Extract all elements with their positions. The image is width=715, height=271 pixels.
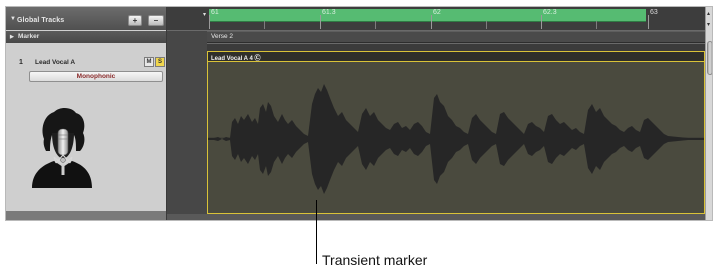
flex-mode-menu[interactable]: Monophonic [29, 71, 163, 82]
arrange-window: ▼ Global Tracks + – ▶ Marker 1 Lead Voca… [5, 6, 713, 221]
bar-ruler[interactable]: ▾ 61 61.3 62 62.3 63 [167, 7, 705, 30]
audio-waveform [208, 84, 704, 194]
horizontal-scrollbar[interactable] [167, 214, 705, 220]
marker-track-header[interactable]: ▶ Marker [6, 31, 166, 43]
singer-with-microphone-icon [32, 107, 92, 188]
ruler-tick [264, 21, 265, 29]
track-number: 1 [19, 59, 23, 66]
track-name[interactable]: Lead Vocal A [35, 59, 75, 66]
scroll-thumb[interactable] [707, 41, 712, 75]
mute-button[interactable]: M [144, 57, 154, 67]
scroll-up-arrow-icon[interactable]: ▴ [707, 10, 710, 17]
ruler-tick [596, 21, 597, 29]
vertical-scrollbar[interactable]: ▴ ▾ [705, 7, 712, 220]
ruler-tick [648, 15, 649, 29]
bar-label: 62 [433, 9, 441, 16]
ruler-tick [486, 21, 487, 29]
ruler-tick [431, 15, 432, 29]
callout-label: Transient marker [322, 252, 428, 268]
header-bottom-bar [6, 211, 166, 220]
region-name: Lead Vocal A 4 Ⓒ [211, 56, 261, 62]
marker-track-label: Marker [18, 33, 40, 40]
disclosure-triangle-icon[interactable]: ▶ [10, 34, 14, 40]
add-track-button[interactable]: + [128, 15, 142, 26]
scroll-down-arrow-icon[interactable]: ▾ [707, 21, 710, 28]
bar-label: 63 [650, 9, 658, 16]
arrange-gutter [167, 31, 207, 220]
region-title-bar[interactable]: Lead Vocal A 4 Ⓒ [208, 52, 704, 62]
disclosure-triangle-icon[interactable]: ▼ [10, 16, 16, 22]
ruler-tick [541, 15, 542, 29]
track-header-column: ▼ Global Tracks + – ▶ Marker 1 Lead Voca… [6, 7, 166, 220]
ruler-tick [375, 21, 376, 29]
playhead-triangle-icon[interactable]: ▾ [203, 11, 206, 18]
solo-button[interactable]: S [155, 57, 165, 67]
global-tracks-label: Global Tracks [17, 17, 65, 24]
track-header[interactable]: 1 Lead Vocal A M S Monophonic [6, 44, 166, 214]
global-tracks-bar[interactable]: ▼ Global Tracks + – [6, 7, 166, 30]
bar-label: 61 [211, 9, 219, 16]
bar-label: 62.3 [543, 9, 557, 16]
ruler-tick [320, 15, 321, 29]
audio-region[interactable]: Lead Vocal A 4 Ⓒ [207, 51, 705, 214]
remove-track-button[interactable]: – [148, 15, 164, 26]
track-lane[interactable]: Lead Vocal A 4 Ⓒ [207, 44, 705, 214]
callout-line [316, 200, 317, 264]
cycle-area[interactable] [209, 9, 646, 22]
ruler-tick [209, 15, 210, 29]
bar-label: 61.3 [322, 9, 336, 16]
marker-lane[interactable]: Verse 2 [207, 31, 705, 43]
marker-name[interactable]: Verse 2 [211, 33, 233, 40]
